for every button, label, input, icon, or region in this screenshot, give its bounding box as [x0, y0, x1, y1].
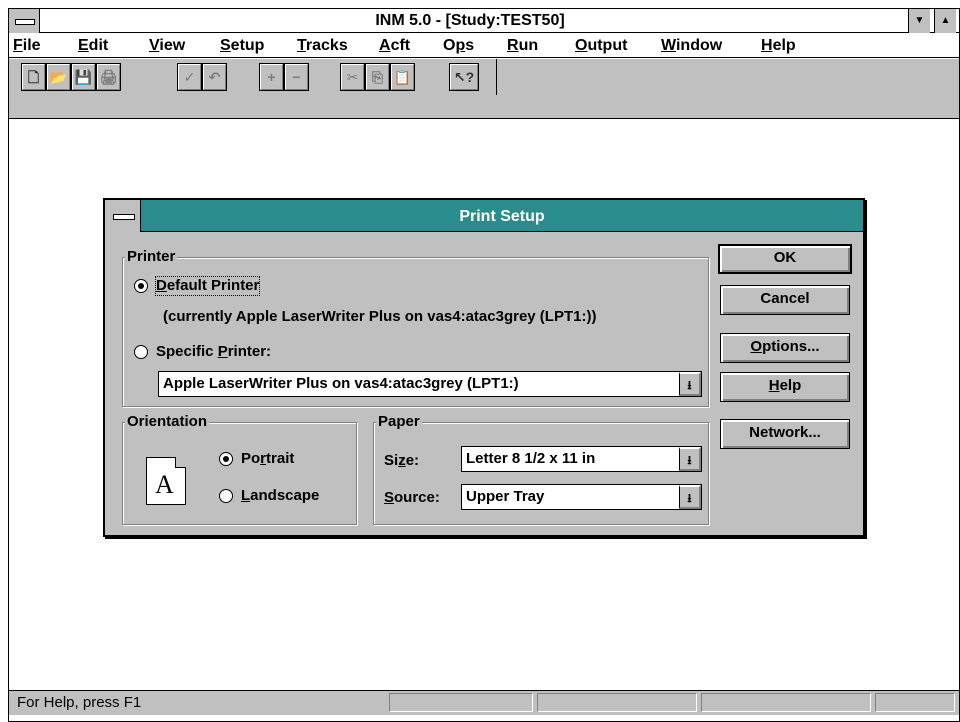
dropdown-arrow-icon[interactable]: ⭳ — [679, 372, 701, 396]
paper-size-label: Size: — [384, 452, 420, 469]
dropdown-arrow-icon[interactable]: ⭳ — [679, 447, 701, 471]
options-button[interactable]: Options... — [720, 333, 850, 363]
paper-size-select[interactable]: Letter 8 1/2 x 11 in ⭳ — [461, 446, 702, 472]
paste-icon[interactable]: 📋 — [390, 63, 415, 91]
system-menu-icon — [15, 19, 35, 25]
open-folder-icon[interactable]: 📂 — [46, 63, 71, 91]
paper-source-label: Source: — [384, 489, 440, 506]
paper-source-value: Upper Tray — [466, 488, 545, 505]
specific-printer-label[interactable]: Specific Printer: — [156, 343, 271, 361]
menu-view[interactable]: View — [149, 34, 185, 58]
radio-selected-icon — [138, 283, 144, 289]
menu-acft[interactable]: Acft — [379, 34, 410, 58]
paper-source-select[interactable]: Upper Tray ⭳ — [461, 484, 702, 510]
maximize-icon: ▲ — [940, 15, 951, 26]
minimize-button[interactable]: ▼ — [908, 9, 930, 33]
toolbar-divider — [496, 59, 497, 95]
window-title: INM 5.0 - [Study:TEST50] — [375, 12, 565, 29]
menu-bar: File Edit View Setup Tracks Acft Ops Run… — [9, 34, 959, 58]
status-panel — [875, 693, 955, 712]
save-icon[interactable]: 💾 — [71, 63, 96, 91]
landscape-label[interactable]: Landscape — [241, 487, 319, 505]
dialog-system-menu-icon — [113, 214, 135, 220]
network-button[interactable]: Network... — [720, 419, 850, 449]
undo-icon[interactable]: ↶ — [202, 63, 227, 91]
copy-icon[interactable]: ⎘ — [365, 63, 390, 91]
check-icon[interactable]: ✓ — [177, 63, 202, 91]
dialog-title: Print Setup — [459, 208, 545, 225]
status-panel — [389, 693, 533, 712]
add-icon[interactable]: + — [259, 63, 284, 91]
dropdown-arrow-icon[interactable]: ⭳ — [679, 485, 701, 509]
printer-group-label: Printer — [125, 248, 178, 265]
landscape-radio[interactable] — [219, 489, 233, 503]
menu-help[interactable]: Help — [761, 34, 796, 58]
portrait-label[interactable]: Portrait — [241, 450, 294, 468]
status-panel — [537, 693, 697, 712]
portrait-radio[interactable] — [219, 452, 233, 466]
default-printer-label[interactable]: Default Printer — [154, 276, 261, 296]
paper-group-label: Paper — [376, 413, 422, 430]
status-panel — [701, 693, 871, 712]
status-text: For Help, press F1 — [17, 694, 142, 711]
specific-printer-radio[interactable] — [134, 345, 148, 359]
menu-output[interactable]: Output — [575, 34, 627, 58]
orientation-group-label: Orientation — [125, 413, 210, 430]
menu-file[interactable]: File — [13, 34, 41, 58]
default-printer-radio[interactable] — [134, 279, 148, 293]
print-icon[interactable]: 🖨 — [96, 63, 121, 91]
portrait-page-letter: A — [155, 470, 174, 499]
current-printer-text: (currently Apple LaserWriter Plus on vas… — [163, 308, 597, 325]
ok-button[interactable]: OK — [718, 244, 852, 274]
menu-window[interactable]: Window — [661, 34, 722, 58]
printer-select-value: Apple LaserWriter Plus on vas4:atac3grey… — [163, 375, 519, 392]
radio-selected-icon — [223, 456, 229, 462]
paper-size-value: Letter 8 1/2 x 11 in — [466, 450, 596, 467]
cancel-button[interactable]: Cancel — [720, 285, 850, 315]
portrait-page-icon: A — [146, 457, 186, 505]
maximize-button[interactable]: ▲ — [934, 9, 956, 33]
toolbar: 🗋 📂 💾 🖨 ✓ ↶ + − ✂ ⎘ 📋 ↖? — [9, 59, 959, 119]
menu-tracks[interactable]: Tracks — [297, 34, 348, 58]
printer-select[interactable]: Apple LaserWriter Plus on vas4:atac3grey… — [158, 371, 702, 397]
remove-icon[interactable]: − — [284, 63, 309, 91]
menu-ops[interactable]: Ops — [443, 34, 474, 58]
new-file-icon[interactable]: 🗋 — [21, 63, 46, 91]
menu-setup[interactable]: Setup — [220, 34, 264, 58]
minimize-icon: ▼ — [914, 15, 925, 26]
context-help-icon[interactable]: ↖? — [449, 63, 479, 91]
menu-edit[interactable]: Edit — [78, 34, 108, 58]
help-button[interactable]: Help — [720, 372, 850, 402]
menu-run[interactable]: Run — [507, 34, 538, 58]
dialog-system-menu-button[interactable] — [105, 200, 141, 232]
cut-icon[interactable]: ✂ — [340, 63, 365, 91]
system-menu-button[interactable] — [9, 9, 40, 33]
